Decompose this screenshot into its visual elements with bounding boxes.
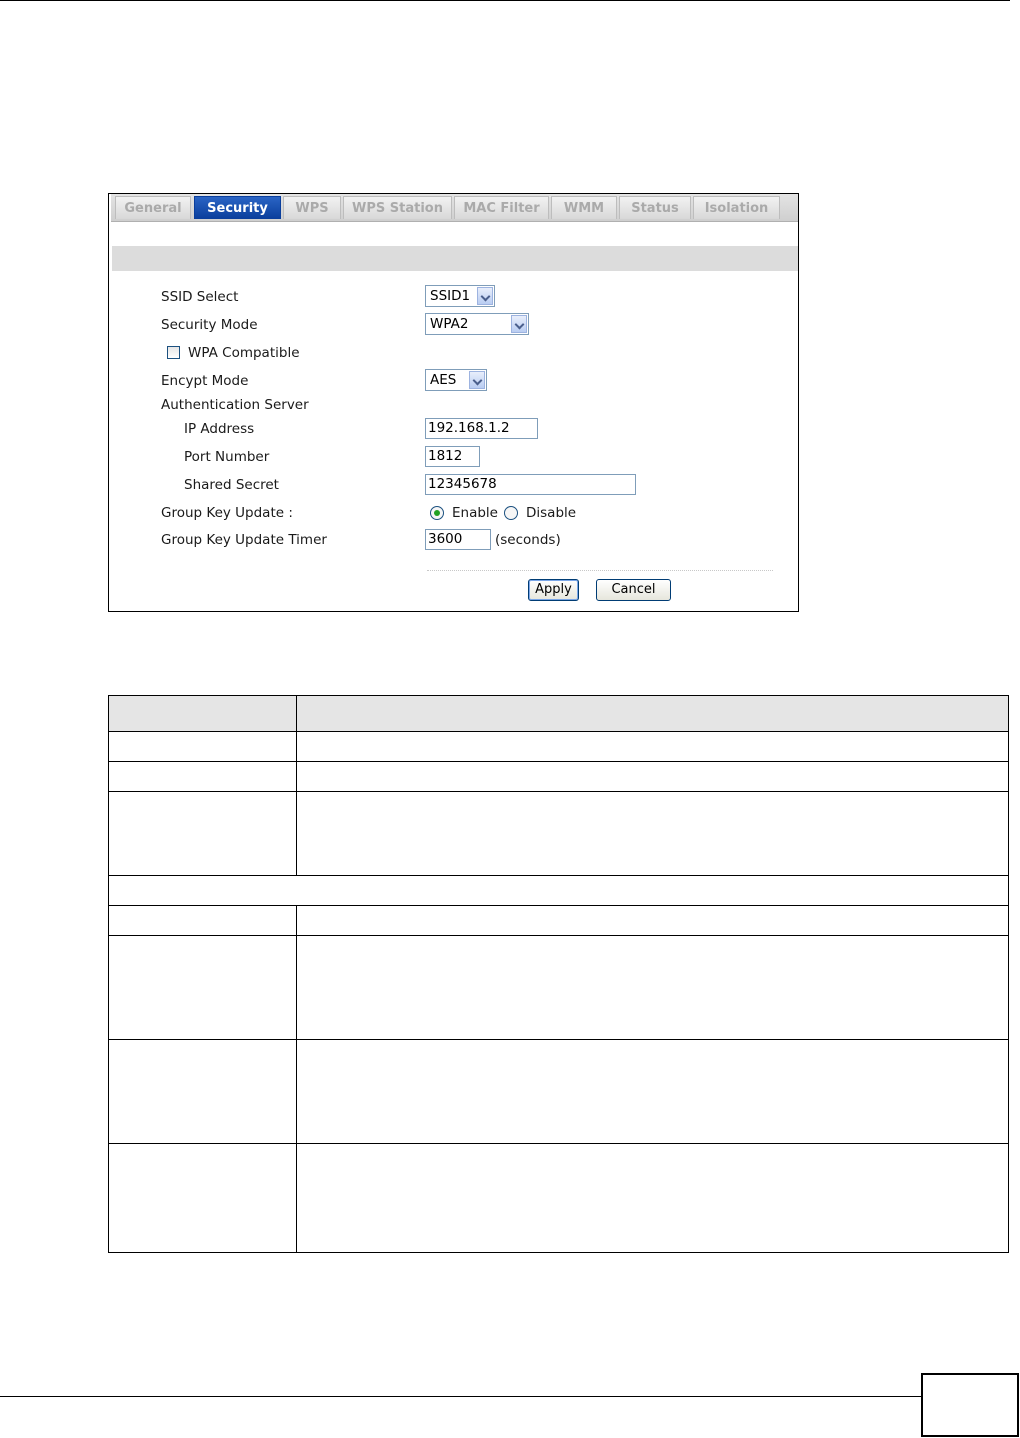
table-cell (108, 731, 297, 762)
shared-secret-label: Shared Secret (184, 477, 279, 493)
table-header-cell (108, 695, 297, 732)
tab-general[interactable]: General (115, 196, 191, 219)
tab-wmm[interactable]: WMM (551, 196, 617, 219)
table-section-row (108, 875, 1009, 906)
page-number-box (921, 1373, 1019, 1437)
table-row (108, 1039, 1009, 1144)
table-cell (296, 1039, 1009, 1144)
table-cell (296, 935, 1009, 1040)
table-row (108, 905, 1009, 936)
button-divider (427, 570, 773, 571)
security-mode-label: Security Mode (161, 317, 258, 333)
group-key-timer-unit: (seconds) (495, 532, 561, 548)
group-key-disable-label: Disable (526, 505, 577, 521)
encrypt-mode-label: Encypt Mode (161, 373, 249, 389)
ssid-select[interactable]: SSID1 (425, 285, 495, 307)
table-cell (108, 761, 297, 792)
shared-secret-input[interactable]: 12345678 (425, 474, 636, 495)
group-key-update-label: Group Key Update : (161, 505, 293, 521)
table-cell (296, 761, 1009, 792)
security-mode-value: WPA2 (430, 316, 469, 332)
chevron-down-icon (469, 371, 485, 389)
auth-server-label: Authentication Server (161, 397, 309, 413)
group-key-timer-label: Group Key Update Timer (161, 532, 327, 548)
table-cell (108, 935, 297, 1040)
page-top-rule (0, 0, 1010, 1)
table-row (108, 791, 1009, 876)
section-header-bar (112, 246, 798, 271)
table-header-cell (296, 695, 1009, 732)
chevron-down-icon (511, 315, 527, 333)
tab-wps[interactable]: WPS (283, 196, 341, 219)
description-table (108, 695, 1009, 1253)
port-number-input[interactable]: 1812 (425, 446, 480, 467)
table-cell (108, 1039, 297, 1144)
tab-security[interactable]: Security (194, 196, 281, 219)
ip-address-label: IP Address (184, 421, 255, 437)
table-row (108, 761, 1009, 792)
encrypt-mode-select[interactable]: AES (425, 369, 487, 391)
tab-mac-filter[interactable]: MAC Filter (454, 196, 549, 219)
table-cell (296, 791, 1009, 876)
table-row (108, 935, 1009, 1040)
apply-button[interactable]: Apply (528, 579, 579, 601)
wpa-compatible-checkbox[interactable] (167, 346, 180, 359)
ssid-select-value: SSID1 (430, 288, 471, 304)
tab-isolation[interactable]: Isolation (693, 196, 780, 219)
table-cell (296, 905, 1009, 936)
table-cell (108, 905, 297, 936)
tab-status[interactable]: Status (619, 196, 691, 219)
wpa-compatible-label: WPA Compatible (188, 345, 300, 361)
table-cell (108, 1143, 297, 1253)
table-cell (296, 1143, 1009, 1253)
group-key-enable-radio[interactable] (430, 506, 444, 520)
page-bottom-rule (0, 1396, 922, 1397)
port-number-label: Port Number (184, 449, 270, 465)
cancel-button[interactable]: Cancel (596, 579, 671, 601)
chevron-down-icon (477, 287, 493, 305)
encrypt-mode-value: AES (430, 372, 457, 388)
table-cell (296, 731, 1009, 762)
group-key-timer-input[interactable]: 3600 (425, 529, 491, 550)
tab-bar: General Security WPS WPS Station MAC Fil… (111, 194, 798, 222)
wireless-security-screen: General Security WPS WPS Station MAC Fil… (108, 193, 799, 612)
ssid-select-label: SSID Select (161, 289, 239, 305)
ip-address-input[interactable]: 192.168.1.2 (425, 418, 538, 439)
security-mode-select[interactable]: WPA2 (425, 313, 529, 335)
tab-wps-station[interactable]: WPS Station (343, 196, 452, 219)
group-key-enable-label: Enable (452, 505, 498, 521)
group-key-disable-radio[interactable] (504, 506, 518, 520)
table-header-row (108, 695, 1009, 732)
table-row (108, 731, 1009, 762)
table-row (108, 1143, 1009, 1253)
table-cell (108, 875, 1009, 906)
table-cell (108, 791, 297, 876)
